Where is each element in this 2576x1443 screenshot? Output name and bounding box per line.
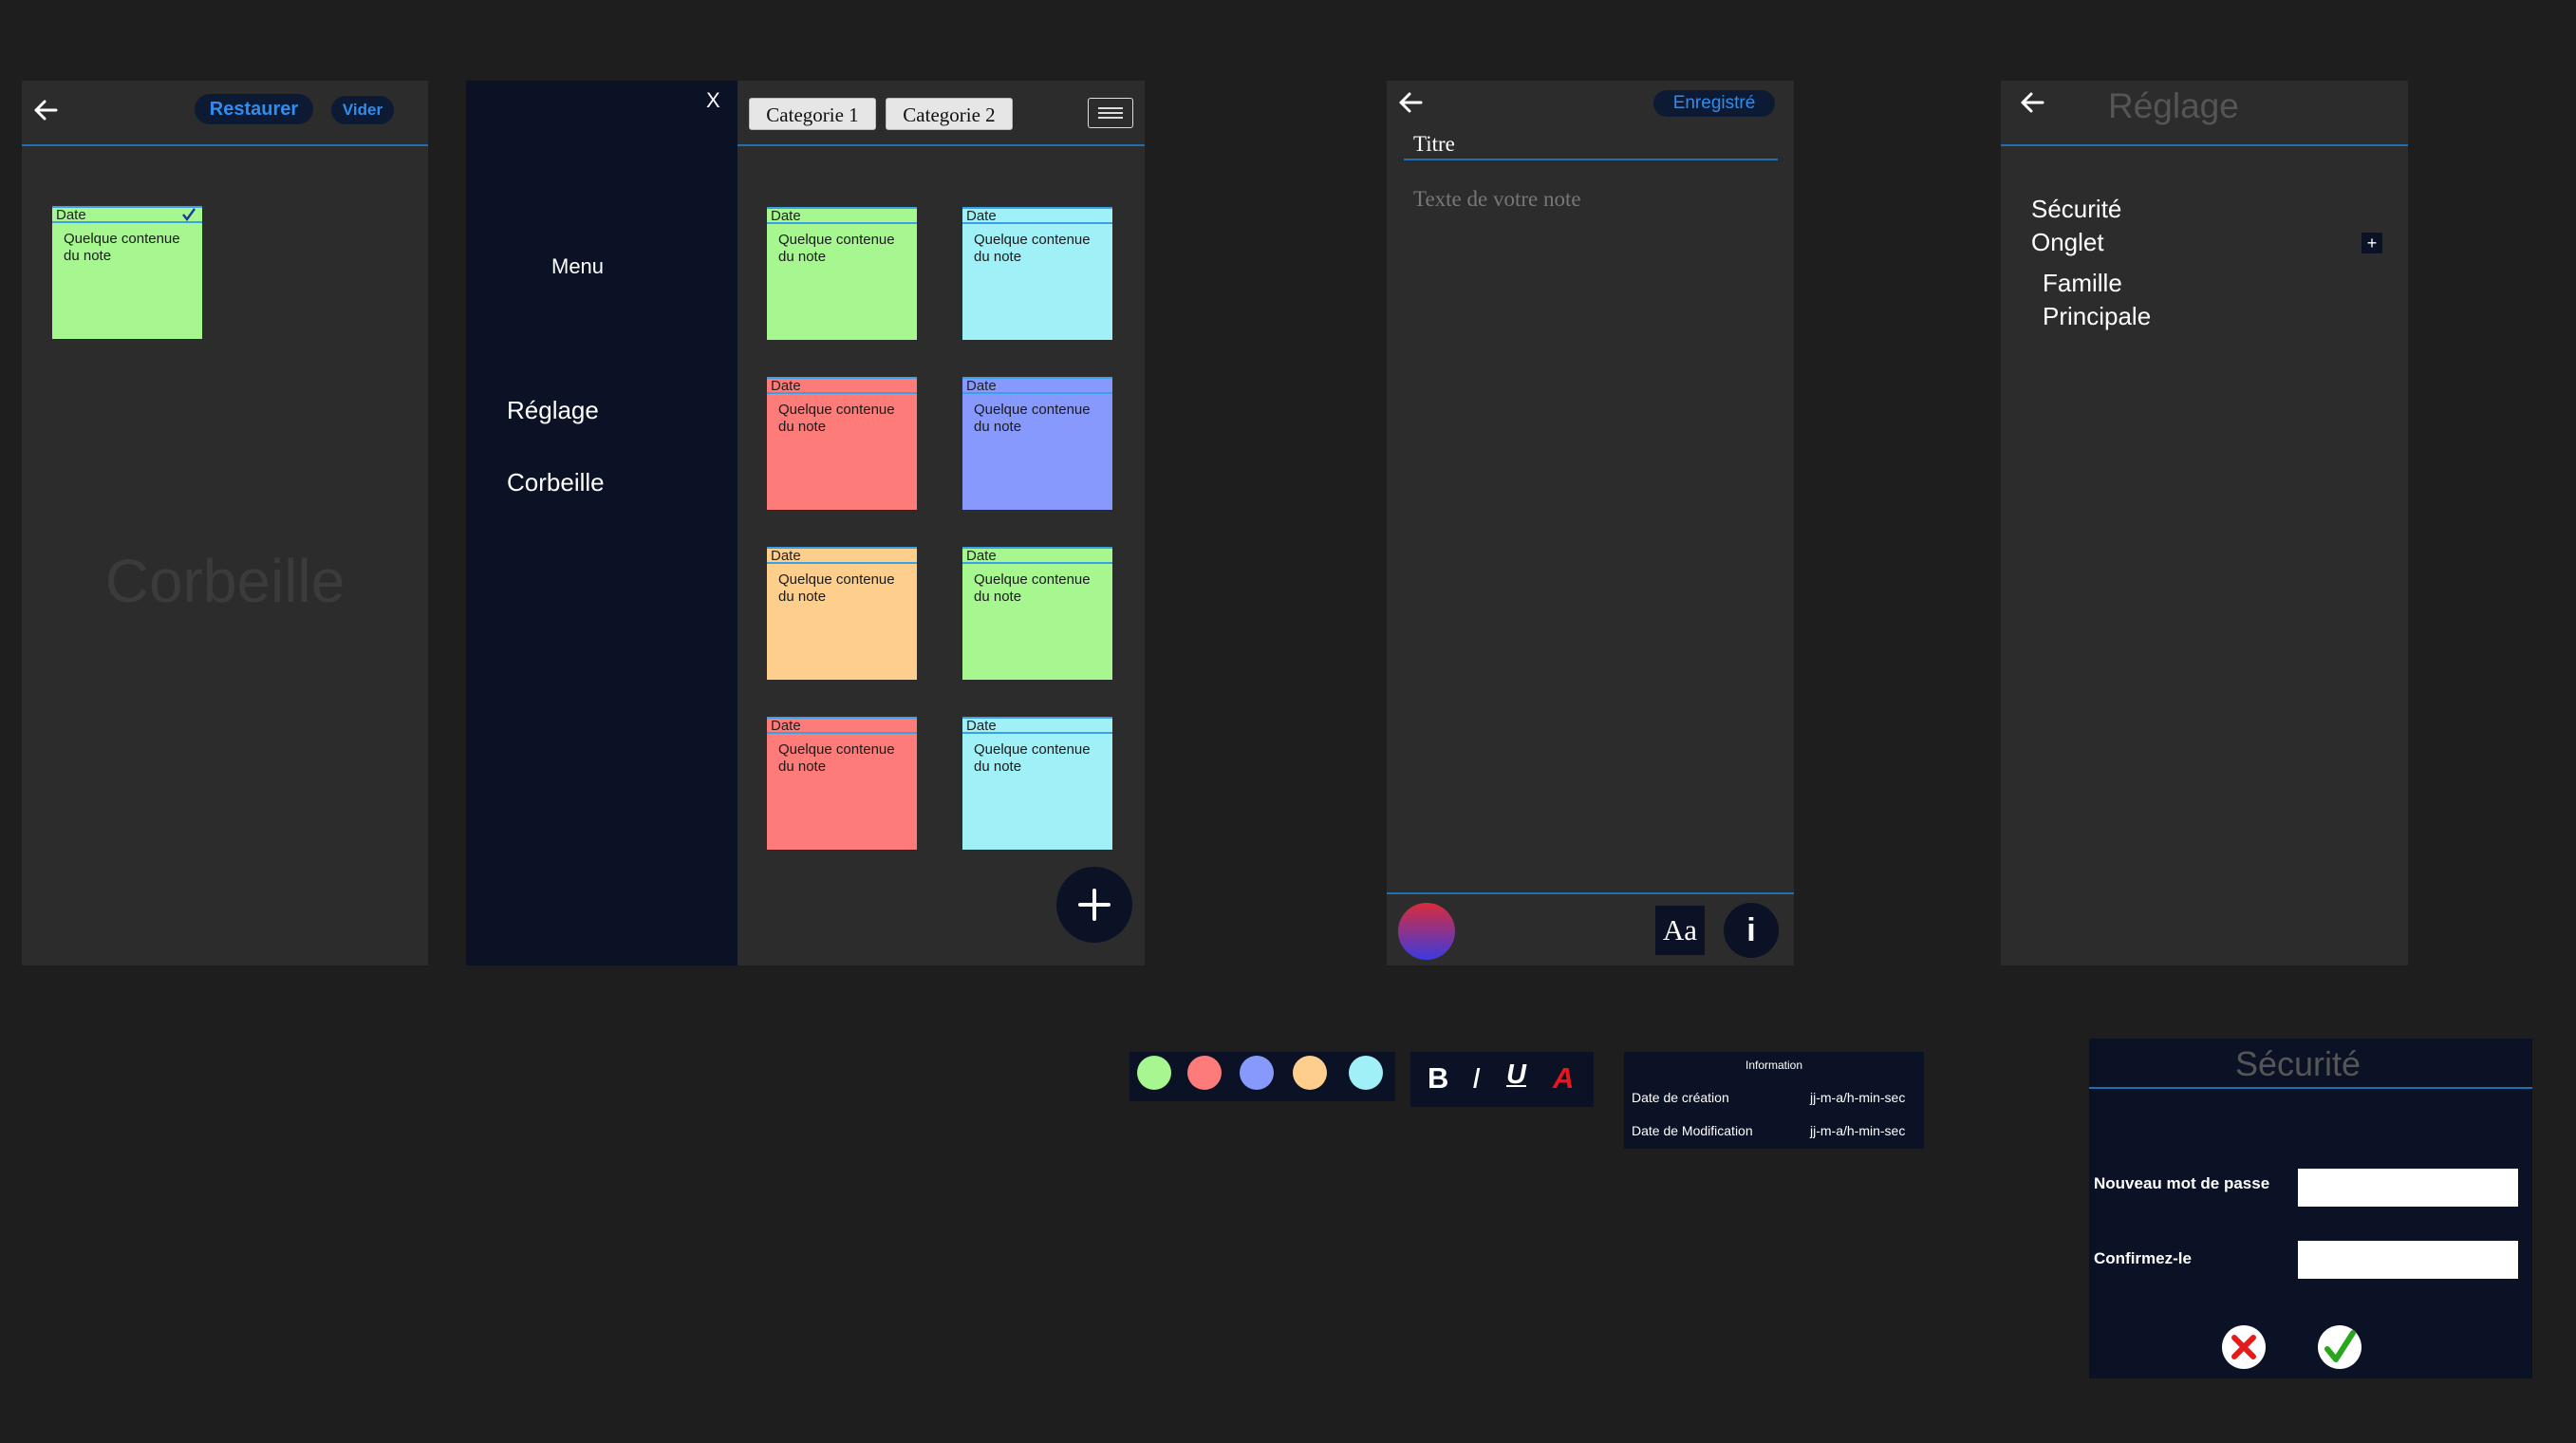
header-divider <box>737 144 1145 146</box>
text-color-button[interactable]: A <box>1553 1061 1574 1096</box>
note-date: Date <box>962 547 1112 564</box>
font-format-button[interactable]: Aa <box>1655 906 1705 955</box>
new-password-label: Nouveau mot de passe <box>2094 1174 2270 1192</box>
cancel-button[interactable] <box>2222 1325 2266 1369</box>
modification-date-label: Date de Modification <box>1632 1123 1753 1138</box>
info-title: Information <box>1745 1059 1803 1072</box>
format-toolbar: B I U A <box>1410 1052 1594 1107</box>
close-drawer-button[interactable]: X <box>706 88 720 113</box>
note-date: Date <box>52 206 202 223</box>
note-content: Quelque contenue du note <box>974 402 1091 435</box>
note-content: Quelque contenue du note <box>778 741 895 775</box>
tab-item-principale[interactable]: Principale <box>2043 302 2151 331</box>
menu-title: Menu <box>551 254 605 278</box>
header-divider <box>2001 144 2408 146</box>
note-card[interactable]: Date Quelque contenue du note <box>767 717 917 850</box>
note-card[interactable]: Date Quelque contenue du note <box>767 377 917 510</box>
color-swatch-cyan[interactable] <box>1349 1056 1383 1090</box>
hamburger-menu-icon[interactable] <box>1088 98 1133 128</box>
security-setting[interactable]: Sécurité <box>2031 195 2121 224</box>
page-title: Réglage <box>2108 86 2239 125</box>
color-swatch-red[interactable] <box>1187 1056 1222 1090</box>
plus-icon <box>1078 889 1111 921</box>
note-card[interactable]: Date Quelque contenue du note <box>767 207 917 340</box>
empty-trash-button[interactable]: Vider <box>331 96 394 124</box>
dialog-title: Sécurité <box>2234 1044 2361 1083</box>
note-date: Date <box>767 547 917 564</box>
note-card[interactable]: Date Quelque contenue du note <box>962 547 1112 680</box>
note-date: Date <box>767 717 917 734</box>
info-panel: Information Date de création jj-m-a/h-mi… <box>1624 1052 1924 1149</box>
title-underline <box>1404 159 1778 160</box>
creation-date-label: Date de création <box>1632 1090 1729 1105</box>
restore-button[interactable]: Restaurer <box>195 94 313 124</box>
cross-icon <box>2231 1335 2256 1359</box>
bottom-toolbar-divider <box>1387 892 1794 894</box>
note-content: Quelque contenue du note <box>778 572 895 605</box>
confirm-password-input[interactable] <box>2298 1241 2518 1279</box>
color-swatch-green[interactable] <box>1137 1056 1171 1090</box>
note-content: Quelque contenue du note <box>778 402 895 435</box>
drawer-item-trash[interactable]: Corbeille <box>507 468 605 497</box>
note-card[interactable]: Date Quelque contenue du note <box>962 717 1112 850</box>
selected-check-icon <box>182 208 196 221</box>
italic-button[interactable]: I <box>1472 1061 1481 1096</box>
note-date: Date <box>767 377 917 394</box>
note-content: Quelque contenue du note <box>778 232 895 265</box>
tab-category-2[interactable]: Categorie 2 <box>886 98 1013 130</box>
security-dialog: Sécurité Nouveau mot de passe Confirmez-… <box>2089 1039 2532 1378</box>
info-button[interactable]: i <box>1724 903 1779 958</box>
trashed-note[interactable]: Date Quelque contenue du note <box>52 206 202 339</box>
note-card[interactable]: Date Quelque contenue du note <box>962 207 1112 340</box>
bold-button[interactable]: B <box>1428 1061 1448 1096</box>
note-date: Date <box>962 207 1112 224</box>
note-card[interactable]: Date Quelque contenue du note <box>962 377 1112 510</box>
back-arrow-icon[interactable] <box>2020 92 2044 113</box>
underline-button[interactable]: U <box>1506 1059 1526 1091</box>
trash-watermark: Corbeille <box>104 547 345 615</box>
note-body-field[interactable]: Texte de votre note <box>1413 187 1581 212</box>
confirm-password-label: Confirmez-le <box>2094 1249 2192 1267</box>
dialog-divider <box>2089 1087 2532 1089</box>
note-content: Quelque contenue du note <box>64 231 180 264</box>
back-arrow-icon[interactable] <box>1398 92 1423 113</box>
drawer-item-settings[interactable]: Réglage <box>507 396 599 425</box>
modification-date-value: jj-m-a/h-min-sec <box>1810 1123 1906 1138</box>
note-content: Quelque contenue du note <box>974 741 1091 775</box>
trash-screen: Restaurer Vider Date Quelque contenue du… <box>22 81 428 965</box>
check-icon <box>2324 1330 2356 1362</box>
back-arrow-icon[interactable] <box>33 100 58 121</box>
add-tab-button[interactable]: + <box>2361 233 2382 253</box>
settings-screen: Réglage Sécurité Onglet + Famille Princi… <box>2001 81 2408 965</box>
home-screen: Categorie 1 Categorie 2 Date Quelque cont… <box>737 81 1145 965</box>
note-card[interactable]: Date Quelque contenue du note <box>767 547 917 680</box>
note-date: Date <box>962 717 1112 734</box>
note-date: Date <box>767 207 917 224</box>
tab-item-famille[interactable]: Famille <box>2043 269 2122 298</box>
note-content: Quelque contenue du note <box>974 232 1091 265</box>
editor-screen: Enregistré Titre Texte de votre note Aa … <box>1387 81 1794 965</box>
creation-date-value: jj-m-a/h-min-sec <box>1810 1090 1906 1105</box>
saved-status-badge: Enregistré <box>1653 90 1775 117</box>
tab-category-1[interactable]: Categorie 1 <box>749 98 876 130</box>
title-field[interactable]: Titre <box>1413 132 1455 157</box>
note-content: Quelque contenue du note <box>974 572 1091 605</box>
color-palette <box>1129 1052 1395 1101</box>
note-date: Date <box>962 377 1112 394</box>
confirm-button[interactable] <box>2318 1325 2361 1369</box>
color-swatch-orange[interactable] <box>1293 1056 1327 1090</box>
tabs-setting: Onglet <box>2031 228 2104 256</box>
color-swatch-blue[interactable] <box>1240 1056 1274 1090</box>
drawer-panel: X Menu Réglage Corbeille <box>466 81 737 965</box>
color-picker-button[interactable] <box>1398 903 1455 960</box>
add-note-button[interactable] <box>1056 867 1132 943</box>
new-password-input[interactable] <box>2298 1169 2518 1207</box>
header-divider <box>22 144 428 146</box>
